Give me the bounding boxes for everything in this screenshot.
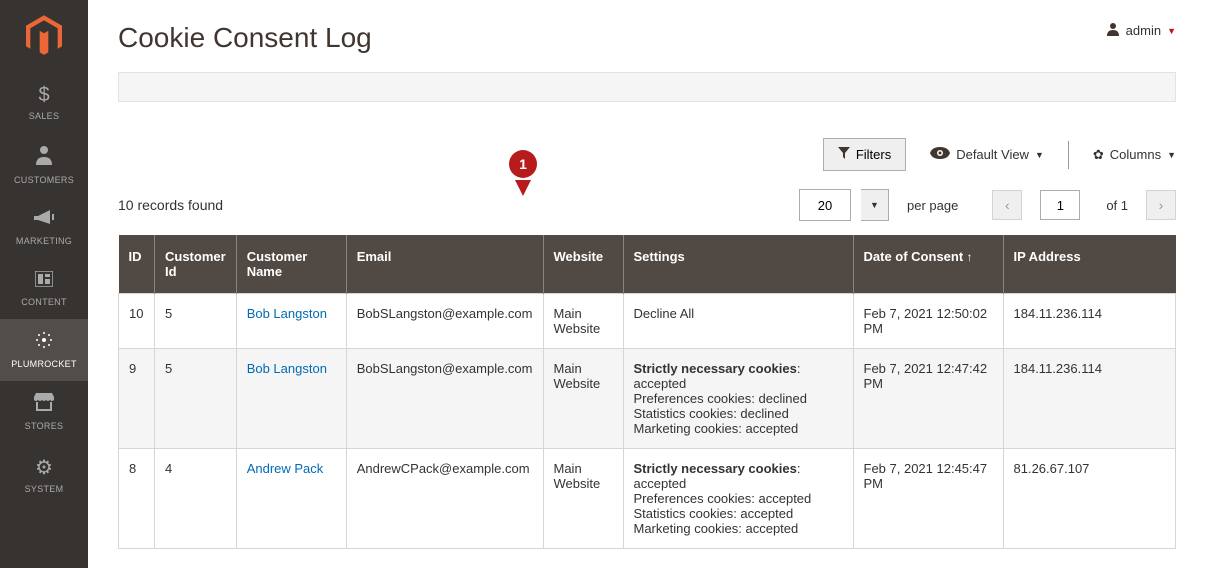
table-cell: 9	[119, 349, 155, 449]
sidebar-item-label: Customers	[14, 175, 74, 185]
page-title: Cookie Consent Log	[118, 22, 372, 54]
table-cell: 184.11.236.114	[1003, 294, 1176, 349]
columns-label: Columns	[1110, 147, 1161, 162]
sidebar-item-customers[interactable]: Customers	[0, 133, 88, 197]
sidebar-item-label: Content	[21, 297, 67, 307]
sidebar-item-system[interactable]: ⚙ System	[0, 443, 88, 506]
annotation-arrow-icon	[515, 180, 531, 196]
table-cell: 10	[119, 294, 155, 349]
sidebar-item-sales[interactable]: $ Sales	[0, 72, 88, 133]
table-cell: Feb 7, 2021 12:45:47 PM	[853, 449, 1003, 549]
table-row: 84 Andrew Pack AndrewCPack@example.comMain…	[119, 449, 1176, 549]
admin-sidebar: $ Sales Customers Marketing Content Plum…	[0, 0, 88, 568]
customer-link[interactable]: Andrew Pack	[247, 461, 324, 476]
gear-icon: ✿	[1093, 147, 1104, 163]
notice-bar	[118, 72, 1176, 102]
eye-icon	[930, 147, 950, 162]
megaphone-icon	[34, 209, 54, 232]
table-cell: 5	[155, 294, 237, 349]
pager-controls: ▼ per page ‹ of 1 ›	[799, 189, 1176, 221]
sidebar-item-content[interactable]: Content	[0, 258, 88, 319]
table-cell: 8	[119, 449, 155, 549]
table-cell: Bob Langston	[236, 349, 346, 449]
filters-button[interactable]: Filters	[823, 138, 906, 171]
sidebar-item-label: Marketing	[16, 236, 72, 246]
columns-button[interactable]: ✿ Columns ▼	[1093, 147, 1176, 163]
table-cell: Decline All	[623, 294, 853, 349]
table-cell: BobSLangston@example.com	[346, 349, 543, 449]
page-header: Cookie Consent Log admin ▼	[118, 0, 1176, 72]
caret-down-icon: ▼	[1167, 150, 1176, 160]
user-name: admin	[1126, 23, 1161, 38]
user-menu[interactable]: admin ▼	[1106, 22, 1176, 39]
next-page-button[interactable]: ›	[1146, 190, 1176, 220]
page-number-input[interactable]	[1040, 190, 1080, 220]
table-cell: Strictly necessary cookies: acceptedPref…	[623, 449, 853, 549]
sidebar-item-label: Sales	[29, 111, 60, 121]
plumrocket-icon	[35, 331, 53, 355]
sidebar-item-label: System	[25, 484, 64, 494]
table-cell: Feb 7, 2021 12:47:42 PM	[853, 349, 1003, 449]
column-header[interactable]: Settings	[623, 235, 853, 294]
table-row: 105 Bob Langston BobSLangston@example.comM…	[119, 294, 1176, 349]
column-header[interactable]: Date of Consent	[853, 235, 1003, 294]
table-row: 95 Bob Langston BobSLangston@example.comMa…	[119, 349, 1176, 449]
sidebar-item-label: Plumrocket	[11, 359, 77, 369]
table-cell: Main Website	[543, 294, 623, 349]
grid-toolbar: Filters Default View ▼ ✿ Columns ▼	[118, 138, 1176, 171]
magento-logo[interactable]	[0, 0, 88, 72]
default-view-button[interactable]: Default View ▼	[930, 147, 1044, 162]
sidebar-item-stores[interactable]: Stores	[0, 381, 88, 443]
column-header[interactable]: ID	[119, 235, 155, 294]
column-header[interactable]: Customer Name	[236, 235, 346, 294]
consent-log-table: IDCustomer IdCustomer NameEmailWebsiteSe…	[118, 235, 1176, 549]
store-icon	[34, 393, 54, 417]
table-cell: 81.26.67.107	[1003, 449, 1176, 549]
caret-down-icon: ▼	[1167, 26, 1176, 36]
column-header[interactable]: Customer Id	[155, 235, 237, 294]
dollar-icon: $	[38, 84, 49, 107]
filters-label: Filters	[856, 147, 891, 162]
customer-link[interactable]: Bob Langston	[247, 306, 327, 321]
caret-down-icon: ▼	[1035, 150, 1044, 160]
table-cell: Andrew Pack	[236, 449, 346, 549]
sidebar-item-marketing[interactable]: Marketing	[0, 197, 88, 258]
sidebar-item-plumrocket[interactable]: Plumrocket	[0, 319, 88, 381]
table-cell: 184.11.236.114	[1003, 349, 1176, 449]
column-header[interactable]: Email	[346, 235, 543, 294]
toolbar-separator	[1068, 141, 1069, 169]
funnel-icon	[838, 147, 850, 162]
default-view-label: Default View	[956, 147, 1029, 162]
records-found: 10 records found	[118, 197, 223, 213]
table-cell: Main Website	[543, 449, 623, 549]
table-cell: AndrewCPack@example.com	[346, 449, 543, 549]
table-cell: Feb 7, 2021 12:50:02 PM	[853, 294, 1003, 349]
table-cell: Main Website	[543, 349, 623, 449]
content-icon	[35, 270, 53, 293]
person-icon	[36, 145, 52, 171]
page-size-dropdown[interactable]: ▼	[861, 189, 889, 221]
user-icon	[1106, 22, 1120, 39]
table-cell: Bob Langston	[236, 294, 346, 349]
pager-bar: 10 records found ▼ per page ‹ of 1 ›	[118, 189, 1176, 221]
column-header[interactable]: Website	[543, 235, 623, 294]
table-cell: 4	[155, 449, 237, 549]
table-cell: BobSLangston@example.com	[346, 294, 543, 349]
prev-page-button[interactable]: ‹	[992, 190, 1022, 220]
page-size-input[interactable]	[799, 189, 851, 221]
per-page-label: per page	[907, 198, 958, 213]
table-cell: 5	[155, 349, 237, 449]
gear-icon: ⚙	[35, 455, 53, 480]
column-header[interactable]: IP Address	[1003, 235, 1176, 294]
annotation-marker: 1	[509, 150, 537, 178]
sidebar-item-label: Stores	[25, 421, 64, 431]
customer-link[interactable]: Bob Langston	[247, 361, 327, 376]
of-pages-label: of 1	[1106, 198, 1128, 213]
table-cell: Strictly necessary cookies: acceptedPref…	[623, 349, 853, 449]
